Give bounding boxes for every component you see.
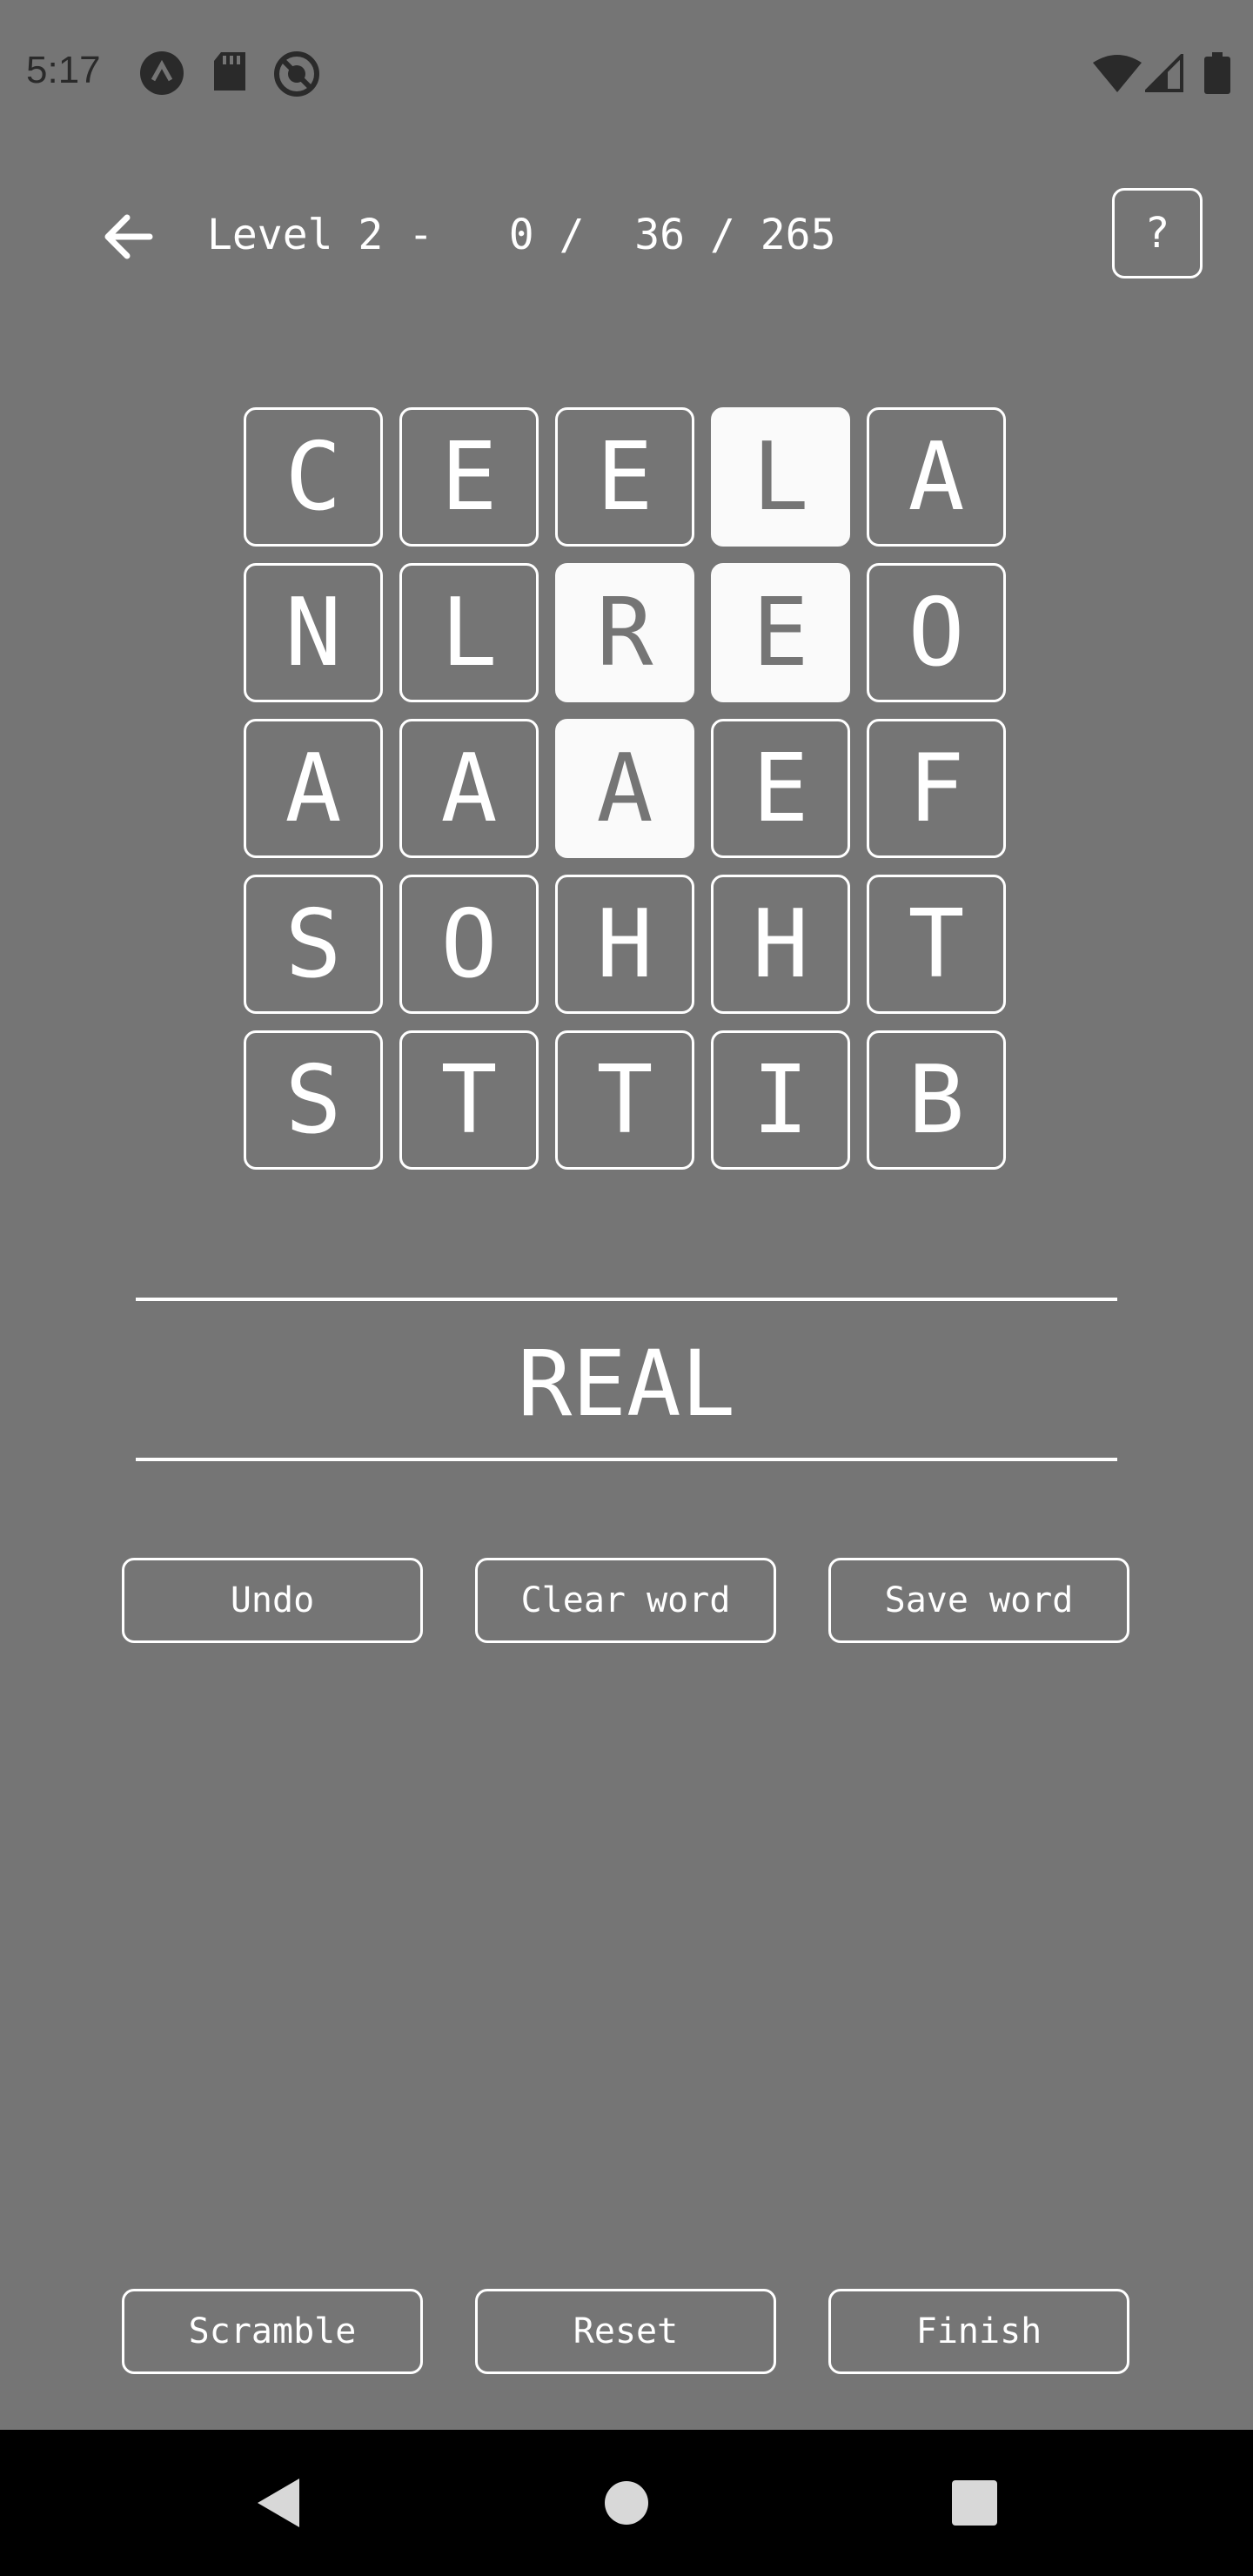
status-bar: 5:17 xyxy=(0,0,1253,148)
letter-tile[interactable]: A xyxy=(399,719,539,858)
letter-tile[interactable]: R xyxy=(555,563,694,702)
nav-back-icon xyxy=(258,2479,299,2527)
cell-signal-icon xyxy=(1142,51,1183,96)
nav-home-button[interactable] xyxy=(583,2430,670,2576)
nav-back-button[interactable] xyxy=(235,2430,322,2576)
letter-grid: CEELANLREOAAAEFSOHHTSTTIB xyxy=(244,407,1009,1173)
letter-tile[interactable]: E xyxy=(711,563,850,702)
letter-tile[interactable]: E xyxy=(555,407,694,547)
nav-recents-button[interactable] xyxy=(931,2430,1018,2576)
wifi-icon xyxy=(1093,54,1142,96)
letter-tile[interactable]: O xyxy=(399,875,539,1014)
letter-tile[interactable]: A xyxy=(244,719,383,858)
battery-icon xyxy=(1204,52,1230,97)
letter-tile[interactable]: A xyxy=(555,719,694,858)
letter-tile[interactable]: O xyxy=(867,563,1006,702)
letter-tile[interactable]: L xyxy=(399,563,539,702)
nav-recents-icon xyxy=(952,2480,997,2526)
save-word-button[interactable]: Save word xyxy=(828,1558,1129,1643)
letter-tile[interactable]: F xyxy=(867,719,1006,858)
letter-tile[interactable]: B xyxy=(867,1030,1006,1170)
clear-word-button[interactable]: Clear word xyxy=(475,1558,776,1643)
letter-tile[interactable]: T xyxy=(555,1030,694,1170)
blocked-icon xyxy=(273,50,320,101)
help-button[interactable]: ? xyxy=(1112,188,1203,278)
letter-tile[interactable]: S xyxy=(244,1030,383,1170)
current-word: REAL xyxy=(517,1331,736,1437)
reset-button[interactable]: Reset xyxy=(475,2289,776,2374)
back-arrow-icon xyxy=(104,214,153,259)
finish-button[interactable]: Finish xyxy=(828,2289,1129,2374)
scramble-button[interactable]: Scramble xyxy=(122,2289,423,2374)
navigation-bar xyxy=(0,2430,1253,2576)
sd-card-icon xyxy=(212,50,247,96)
letter-tile[interactable]: H xyxy=(711,875,850,1014)
letter-tile[interactable]: I xyxy=(711,1030,850,1170)
back-button[interactable] xyxy=(97,205,160,268)
status-time: 5:17 xyxy=(26,49,101,91)
letter-tile[interactable]: E xyxy=(399,407,539,547)
letter-tile[interactable]: T xyxy=(399,1030,539,1170)
letter-tile[interactable]: S xyxy=(244,875,383,1014)
letter-tile[interactable]: E xyxy=(711,719,850,858)
undo-button[interactable]: Undo xyxy=(122,1558,423,1643)
nav-home-icon xyxy=(605,2481,648,2525)
letter-tile[interactable]: T xyxy=(867,875,1006,1014)
word-bottom-divider xyxy=(136,1458,1117,1461)
letter-tile[interactable]: A xyxy=(867,407,1006,547)
level-progress: Level 2 - 0 / 36 / 265 xyxy=(207,211,836,259)
letter-tile[interactable]: C xyxy=(244,407,383,547)
letter-tile[interactable]: L xyxy=(711,407,850,547)
letter-tile[interactable]: H xyxy=(555,875,694,1014)
a-logo-icon xyxy=(139,50,184,99)
word-top-divider xyxy=(136,1298,1117,1301)
letter-tile[interactable]: N xyxy=(244,563,383,702)
